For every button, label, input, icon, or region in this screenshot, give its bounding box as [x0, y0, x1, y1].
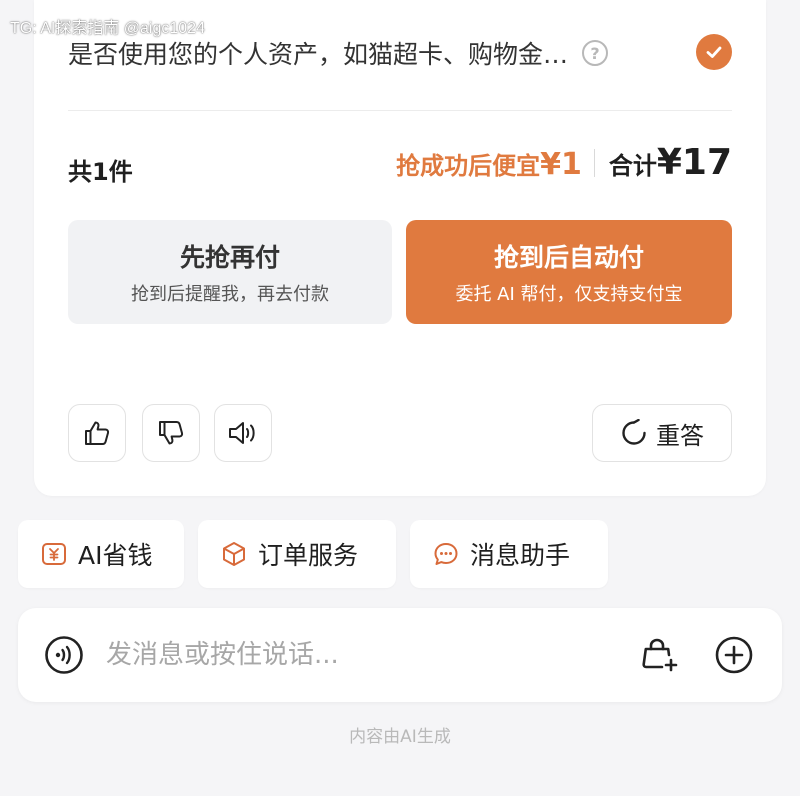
refresh-icon — [622, 419, 646, 445]
asset-option-text: 是否使用您的个人资产，如猫超卡、购物金… — [68, 40, 569, 69]
shopping-bag-plus-icon — [642, 638, 678, 672]
thumbs-down-button[interactable] — [142, 404, 200, 462]
pay-auto-subtitle: 委托 AI 帮付，仅支持支付宝 — [455, 284, 683, 305]
pay-auto-button[interactable]: 抢到后自动付 委托 AI 帮付，仅支持支付宝 — [406, 220, 732, 324]
voice-wave-icon — [45, 636, 83, 674]
read-aloud-button[interactable] — [214, 404, 272, 462]
pay-later-button[interactable]: 先抢再付 抢到后提醒我，再去付款 — [68, 220, 392, 324]
thumbs-down-icon — [159, 421, 184, 445]
total-label: 合计 — [608, 152, 657, 180]
retry-button[interactable]: 重答 — [592, 404, 732, 462]
chat-bubble-icon — [434, 543, 458, 565]
check-icon[interactable] — [696, 34, 732, 70]
voice-input-button[interactable] — [44, 635, 84, 675]
chip-label: 订单服务 — [258, 541, 359, 570]
plus-circle-icon — [715, 636, 753, 674]
help-icon[interactable]: ? — [582, 40, 609, 66]
item-count: 共1件 — [68, 158, 133, 186]
chip-label: AI省钱 — [78, 541, 153, 570]
pay-later-title: 先抢再付 — [179, 243, 280, 272]
total-amount: ¥17 — [656, 142, 732, 183]
thumbs-up-button[interactable] — [68, 404, 126, 462]
pay-auto-title: 抢到后自动付 — [493, 243, 644, 272]
pay-later-subtitle: 抢到后提醒我，再去付款 — [131, 284, 329, 305]
thumbs-up-icon — [85, 421, 110, 445]
divider — [68, 110, 732, 111]
ai-disclaimer: 内容由AI生成 — [349, 727, 451, 747]
answer-card: 是否使用您的个人资产，如猫超卡、购物金… ? 共1件 抢成功后便宜 ¥1 合计 … — [34, 0, 766, 496]
more-actions-button[interactable] — [714, 635, 754, 675]
price-summary: 抢成功后便宜 ¥1 合计 ¥17 — [396, 142, 732, 183]
money-envelope-icon — [42, 543, 66, 565]
message-input[interactable] — [106, 630, 606, 680]
price-separator — [593, 148, 595, 177]
add-product-button[interactable] — [638, 634, 680, 676]
package-box-icon — [223, 542, 245, 566]
saving-label: 抢成功后便宜 — [396, 152, 541, 180]
message-composer — [18, 608, 782, 702]
chat-page: TG: AI探索指南 @aigc1024 是否使用您的个人资产，如猫超卡、购物金… — [0, 0, 800, 796]
retry-label: 重答 — [656, 421, 704, 450]
saving-amount: ¥1 — [540, 147, 582, 182]
chip-ai-save-money[interactable]: AI省钱 — [18, 520, 184, 588]
chip-order-service[interactable]: 订单服务 — [198, 520, 396, 588]
speaker-icon — [229, 422, 255, 444]
chip-label: 消息助手 — [470, 541, 571, 570]
chip-message-assistant[interactable]: 消息助手 — [410, 520, 608, 588]
order-summary: 共1件 抢成功后便宜 ¥1 合计 ¥17 — [68, 142, 732, 190]
watermark: TG: AI探索指南 @aigc1024 — [10, 20, 205, 37]
